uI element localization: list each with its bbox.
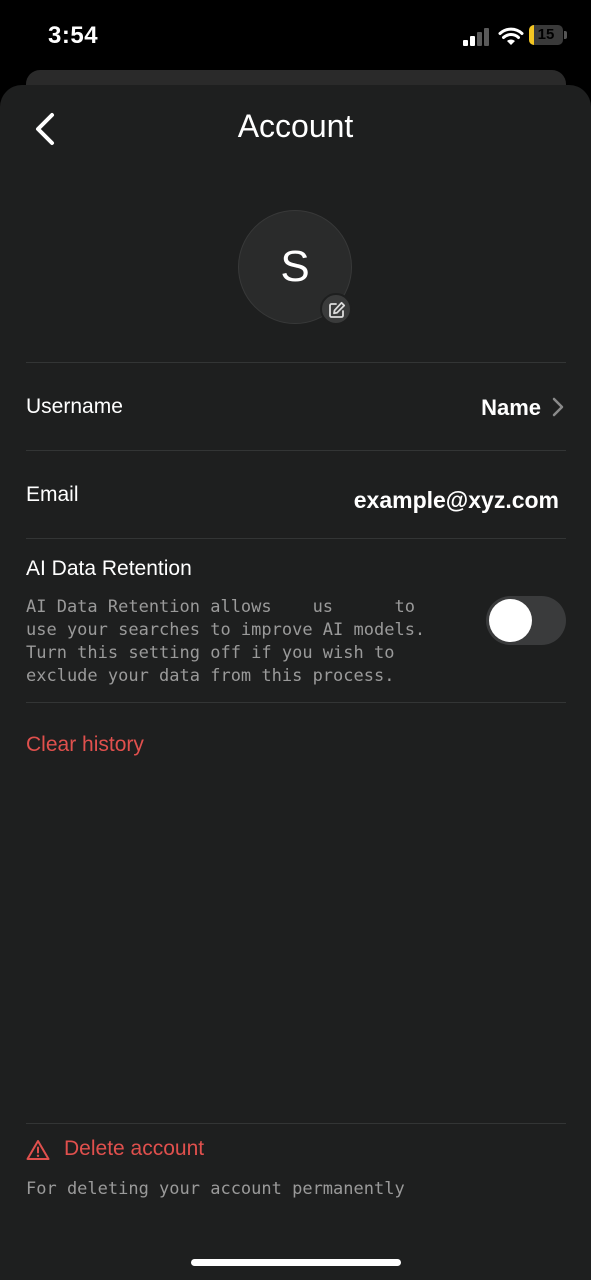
battery-icon: 15 (529, 25, 569, 47)
divider (26, 1123, 566, 1124)
ai-retention-description: AI Data Retention allows us to use your … (26, 597, 426, 686)
edit-icon (329, 301, 346, 318)
divider (26, 702, 566, 703)
username-value: Name (481, 395, 541, 420)
clear-history-button[interactable]: Clear history (26, 733, 144, 757)
delete-account-label: Delete account (64, 1137, 205, 1160)
home-indicator[interactable] (191, 1259, 401, 1266)
email-value: example@xyz.com (353, 487, 559, 513)
divider (26, 450, 566, 451)
divider (26, 538, 566, 539)
warning-icon (26, 1140, 50, 1160)
status-bar: 3:54 15 (0, 0, 591, 70)
status-time: 3:54 (48, 22, 99, 49)
delete-account-button[interactable]: Delete account (26, 1135, 326, 1169)
delete-account-description: For deleting your account permanently (26, 1179, 405, 1199)
wifi-icon (498, 27, 524, 45)
battery-level: 15 (537, 26, 555, 43)
ai-retention-label: AI Data Retention (26, 557, 192, 580)
edit-avatar-button[interactable] (320, 293, 352, 325)
toggle-knob (489, 599, 532, 642)
cellular-signal-icon (463, 28, 489, 46)
page-title: Account (237, 108, 354, 144)
email-label: Email (26, 483, 79, 506)
chevron-right-icon (552, 397, 564, 417)
ai-retention-toggle[interactable] (486, 596, 566, 645)
username-label: Username (26, 395, 123, 418)
